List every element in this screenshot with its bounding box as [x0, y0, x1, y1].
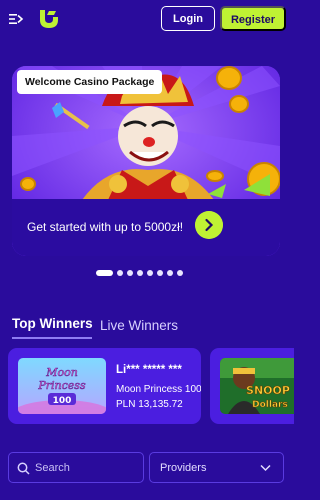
login-button[interactable]: Login: [161, 6, 215, 31]
game-thumbnail-moon-princess[interactable]: Moon Princess 100: [18, 358, 106, 414]
search-box[interactable]: [8, 452, 144, 483]
svg-text:Princess: Princess: [37, 379, 86, 392]
register-button[interactable]: Register: [220, 6, 286, 31]
svg-text:100: 100: [53, 396, 72, 406]
winner-card[interactable]: SNOOP Dollars: [210, 348, 294, 424]
carousel-dot-4[interactable]: [137, 270, 143, 276]
carousel-dot-8[interactable]: [177, 270, 183, 276]
tab-top-winners[interactable]: Top Winners: [12, 316, 93, 331]
brand-logo-icon[interactable]: [37, 8, 59, 30]
tab-live-winners[interactable]: Live Winners: [100, 318, 178, 333]
winners-tabs: Top Winners Live Winners: [12, 316, 282, 340]
carousel-dot-6[interactable]: [157, 270, 163, 276]
hero-cta-text: Get started with up to 5000zł!: [27, 220, 184, 234]
providers-dropdown[interactable]: Providers: [149, 452, 284, 483]
active-tab-indicator: [12, 337, 92, 339]
winner-game: Moon Princess 100: [116, 384, 201, 395]
providers-label: Providers: [160, 462, 207, 474]
header: Login Register: [0, 0, 294, 38]
svg-text:SNOOP: SNOOP: [246, 384, 290, 397]
carousel-dots: [96, 270, 183, 276]
carousel-dot-5[interactable]: [147, 270, 153, 276]
svg-text:Moon: Moon: [45, 366, 78, 379]
winner-card[interactable]: Moon Princess 100 Li*** ***** *** Moon P…: [8, 348, 201, 424]
chevron-right-icon[interactable]: [195, 211, 223, 239]
carousel-dot-7[interactable]: [167, 270, 173, 276]
hero-badge: Welcome Casino Package: [17, 70, 163, 94]
carousel-dot-3[interactable]: [127, 270, 133, 276]
svg-text:Dollars: Dollars: [252, 400, 288, 410]
search-input[interactable]: [35, 457, 139, 479]
winner-amount: PLN 13,135.72: [116, 399, 183, 410]
menu-collapse-icon[interactable]: [8, 11, 24, 27]
search-icon: [17, 462, 30, 475]
winner-name: Li*** ***** ***: [116, 364, 182, 376]
hero-banner[interactable]: Welcome Casino Package Get started with …: [12, 66, 280, 256]
chevron-down-icon: [260, 464, 271, 472]
carousel-dot-2[interactable]: [117, 270, 123, 276]
carousel-dot-1[interactable]: [96, 270, 113, 276]
game-thumbnail-snoop-dollars[interactable]: SNOOP Dollars: [220, 358, 294, 414]
